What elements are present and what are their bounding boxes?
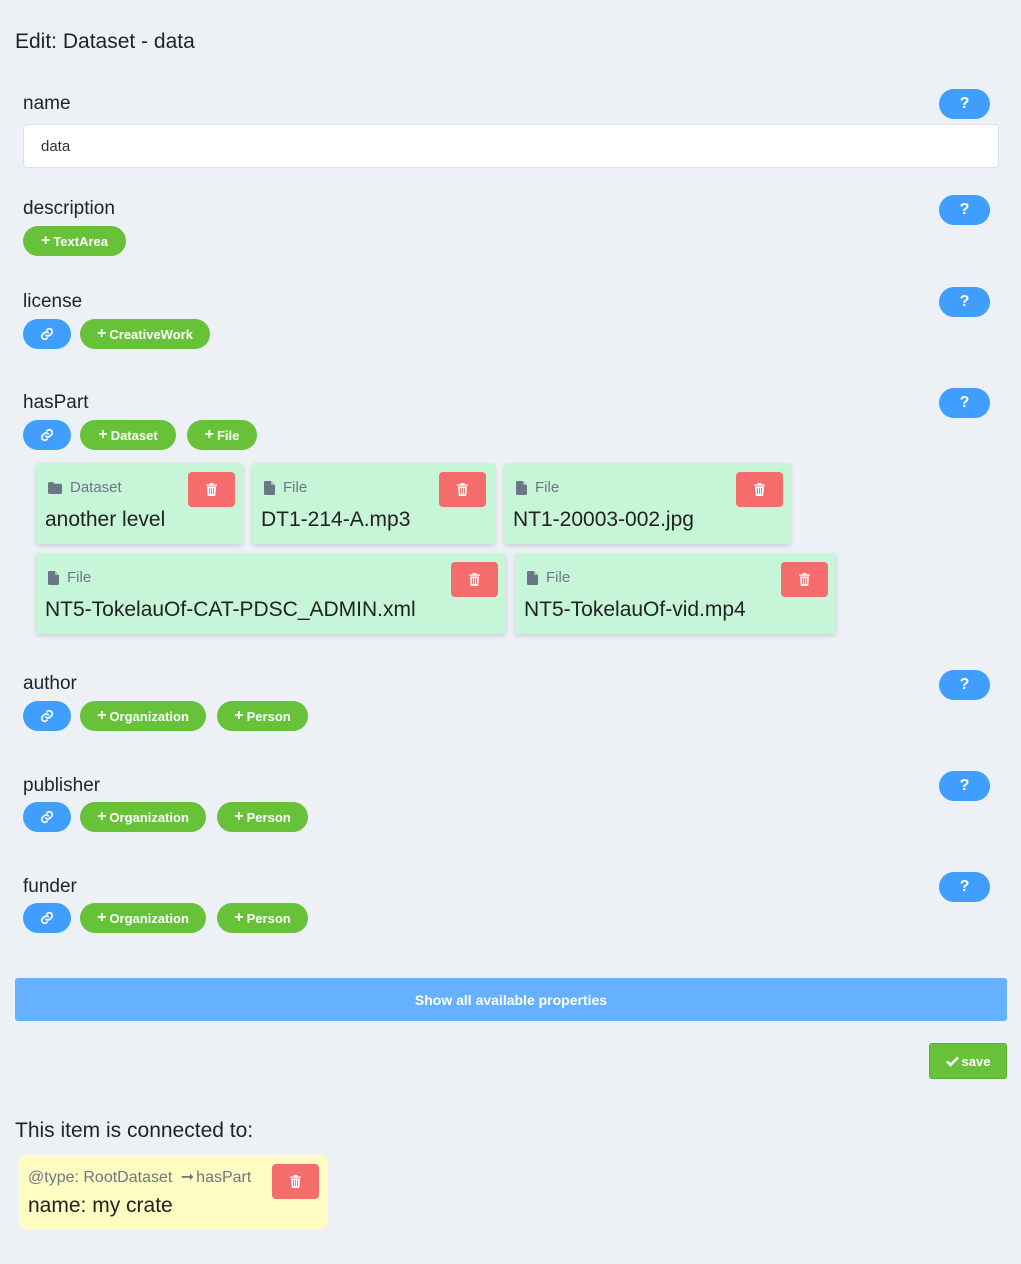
add-organization-button[interactable]: + Organization [80, 701, 206, 731]
link-icon [40, 709, 54, 723]
trash-icon [457, 483, 468, 496]
plus-icon: + [234, 808, 244, 825]
part-card[interactable]: File NT5-TokelauOf-CAT-PDSC_ADMIN.xml [36, 553, 506, 634]
connected-name: name: my crate [28, 1194, 173, 1217]
file-icon [516, 480, 527, 495]
plus-icon: + [97, 325, 107, 342]
help-button-description[interactable]: ? [939, 195, 990, 225]
plus-icon: + [234, 707, 244, 724]
show-all-properties-button[interactable]: Show all available properties [15, 978, 1007, 1021]
add-person-button[interactable]: + Person [217, 802, 308, 832]
property-label-description: description [23, 198, 115, 219]
part-type: File [535, 479, 560, 496]
link-icon [40, 428, 54, 442]
link-button-license[interactable] [23, 319, 71, 349]
trash-icon [290, 1175, 301, 1188]
property-label-funder: funder [23, 876, 77, 897]
link-button-author[interactable] [23, 701, 71, 731]
property-label-publisher: publisher [23, 775, 101, 796]
file-icon [527, 570, 538, 585]
part-card[interactable]: File DT1-214-A.mp3 [252, 463, 495, 544]
plus-icon: + [97, 909, 107, 926]
link-button-funder[interactable] [23, 903, 71, 933]
part-card[interactable]: File NT1-20003-002.jpg [504, 463, 791, 544]
trash-icon [206, 483, 217, 496]
folder-icon [48, 481, 62, 494]
add-file-button[interactable]: + File [187, 420, 257, 450]
trash-icon [754, 483, 765, 496]
delete-button[interactable] [451, 562, 498, 597]
delete-button[interactable] [736, 472, 783, 507]
name-input[interactable] [23, 124, 999, 168]
add-organization-button[interactable]: + Organization [80, 802, 206, 832]
page-title: Edit: Dataset - data [15, 30, 195, 53]
add-dataset-button[interactable]: + Dataset [80, 420, 176, 450]
connected-item-card[interactable]: @type: RootDataset ➞ hasPart name: my cra… [19, 1155, 328, 1229]
help-button-license[interactable]: ? [939, 287, 990, 317]
link-button-publisher[interactable] [23, 802, 71, 832]
plus-icon: + [234, 909, 244, 926]
part-type: File [67, 569, 92, 586]
trash-icon [469, 573, 480, 586]
part-type: File [283, 479, 308, 496]
add-creativework-button[interactable]: + CreativeWork [80, 319, 210, 349]
plus-icon: + [98, 426, 108, 443]
help-button-haspart[interactable]: ? [939, 388, 990, 418]
plus-icon: + [204, 426, 214, 443]
part-name: DT1-214-A.mp3 [261, 508, 411, 531]
connected-type: @type: RootDataset [28, 1169, 173, 1186]
connected-property: hasPart [196, 1169, 252, 1186]
property-label-author: author [23, 673, 77, 694]
help-button-publisher[interactable]: ? [939, 771, 990, 801]
part-type: Dataset [70, 479, 122, 496]
plus-icon: + [97, 808, 107, 825]
delete-button[interactable] [781, 562, 828, 597]
connected-title: This item is connected to: [15, 1119, 254, 1142]
link-icon [40, 810, 54, 824]
link-icon [40, 911, 54, 925]
check-icon [945, 1056, 959, 1067]
add-organization-button[interactable]: + Organization [80, 903, 206, 933]
save-button[interactable]: save [929, 1043, 1007, 1079]
property-label-haspart: hasPart [23, 392, 89, 413]
part-name: another level [45, 508, 166, 531]
plus-icon: + [40, 232, 51, 249]
part-name: NT5-TokelauOf-vid.mp4 [524, 598, 746, 621]
part-card[interactable]: File NT5-TokelauOf-vid.mp4 [515, 553, 836, 634]
link-icon [40, 327, 54, 341]
delete-button[interactable] [439, 472, 486, 507]
part-name: NT5-TokelauOf-CAT-PDSC_ADMIN.xml [45, 598, 416, 621]
property-label-name: name [23, 93, 71, 114]
trash-icon [799, 573, 810, 586]
part-type: File [546, 569, 571, 586]
help-button-funder[interactable]: ? [939, 872, 990, 902]
property-label-license: license [23, 291, 83, 312]
add-person-button[interactable]: + Person [217, 701, 308, 731]
file-icon [264, 480, 275, 495]
add-textarea-button[interactable]: + TextArea [23, 226, 126, 256]
part-card[interactable]: Dataset another level [36, 463, 243, 544]
part-name: NT1-20003-002.jpg [513, 508, 694, 531]
help-button-author[interactable]: ? [939, 670, 990, 700]
help-button-name[interactable]: ? [939, 89, 990, 119]
arrow-right-icon: ➞ [180, 1169, 195, 1186]
add-person-button[interactable]: + Person [217, 903, 308, 933]
delete-button[interactable] [188, 472, 235, 507]
file-icon [48, 570, 59, 585]
link-button-haspart[interactable] [23, 420, 71, 450]
delete-connection-button[interactable] [272, 1164, 319, 1199]
plus-icon: + [97, 707, 107, 724]
